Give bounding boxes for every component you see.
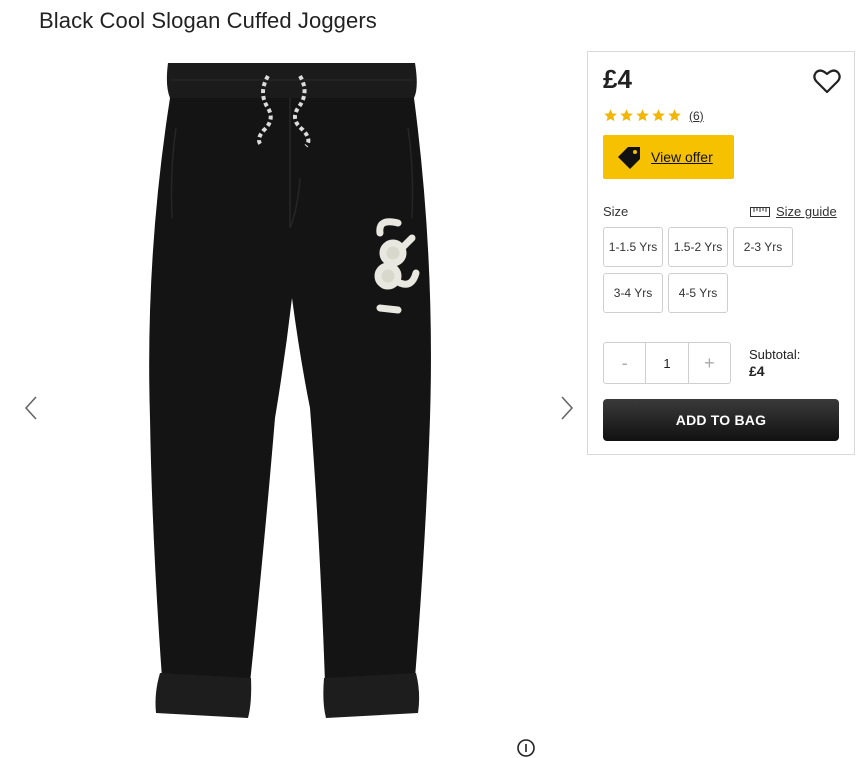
size-option[interactable]: 1-1.5 Yrs: [603, 227, 663, 267]
quantity-stepper: - 1 +: [603, 342, 731, 384]
star-icon: [604, 109, 617, 122]
size-guide-link[interactable]: Size guide: [750, 204, 837, 219]
product-price: £4: [603, 64, 632, 94]
purchase-panel: £4 (6) View offer Size Size guide 1-1.5 …: [587, 51, 855, 455]
star-icon: [668, 109, 681, 122]
product-gallery: [0, 48, 590, 757]
gallery-prev-button[interactable]: [19, 393, 43, 423]
size-option[interactable]: 3-4 Yrs: [603, 273, 663, 313]
product-rating: (6): [603, 108, 704, 123]
product-title: Black Cool Slogan Cuffed Joggers: [39, 8, 377, 33]
star-icon: [636, 109, 649, 122]
subtotal-value: £4: [749, 363, 765, 379]
gallery-next-button[interactable]: [555, 393, 579, 423]
quantity-decrease-button[interactable]: -: [604, 343, 645, 383]
subtotal-label: Subtotal:: [749, 347, 801, 362]
view-offer-button[interactable]: View offer: [603, 135, 734, 179]
quantity-value[interactable]: 1: [645, 343, 689, 383]
review-count-link[interactable]: (6): [689, 109, 704, 123]
chevron-left-icon: [24, 396, 37, 420]
size-guide-label: Size guide: [776, 204, 837, 219]
heart-icon[interactable]: [813, 68, 841, 94]
zoom-icon[interactable]: [516, 738, 536, 758]
joggers-image[interactable]: [140, 58, 470, 723]
view-offer-label: View offer: [651, 149, 713, 165]
star-icon: [620, 109, 633, 122]
quantity-increase-button[interactable]: +: [689, 343, 730, 383]
size-option[interactable]: 2-3 Yrs: [733, 227, 793, 267]
tag-icon: [618, 147, 640, 169]
size-label: Size: [603, 204, 629, 219]
add-to-bag-button[interactable]: ADD TO BAG: [603, 399, 839, 441]
chevron-right-icon: [561, 396, 574, 420]
star-icon: [652, 109, 665, 122]
subtotal: Subtotal: £4: [749, 346, 800, 380]
size-option[interactable]: 4-5 Yrs: [668, 273, 728, 313]
size-option[interactable]: 1.5-2 Yrs: [668, 227, 728, 267]
ruler-icon: [750, 206, 770, 217]
